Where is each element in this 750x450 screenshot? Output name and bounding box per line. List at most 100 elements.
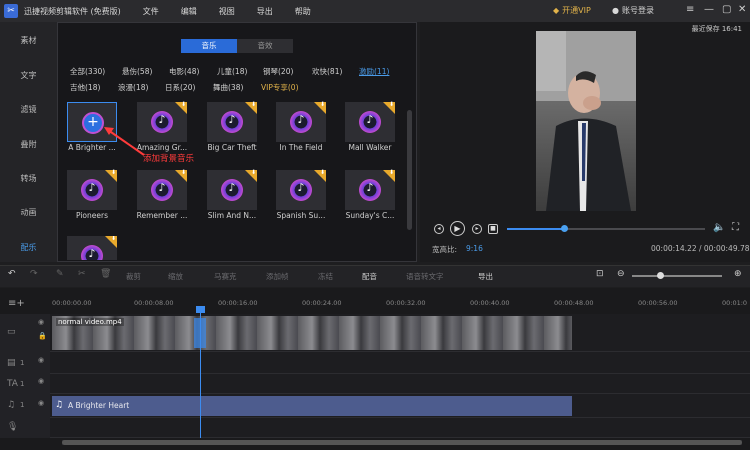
download-arrow-icon: ⬇ xyxy=(180,169,186,176)
lock-icon[interactable]: 🔒 xyxy=(38,332,47,340)
timeline-zoom-handle[interactable] xyxy=(657,272,664,279)
app-window: ✂ 迅捷视频剪辑软件 (免费版) 文件 编辑 视图 导出 帮助 ◆ 开通VIP … xyxy=(0,0,750,450)
category-romantic[interactable]: 浪漫(18) xyxy=(118,82,148,93)
playhead[interactable] xyxy=(200,308,201,438)
app-title: 迅捷视频剪辑软件 (免费版) xyxy=(24,6,121,16)
film-icon: ▤ xyxy=(7,358,16,368)
download-arrow-icon: ⬇ xyxy=(250,169,256,176)
speech-to-text-button[interactable]: 语音转文字 xyxy=(406,271,444,282)
redo-icon[interactable]: ↷ xyxy=(30,269,38,279)
delete-icon[interactable]: 🗑 xyxy=(100,269,111,279)
music-tile[interactable]: ♪ ⬇ xyxy=(207,101,257,142)
menu-help[interactable]: 帮助 xyxy=(295,6,311,17)
vip-button[interactable]: ◆ 开通VIP xyxy=(553,5,591,16)
undo-icon[interactable]: ↶ xyxy=(8,269,16,279)
music-tile[interactable]: ♪ ⬇ xyxy=(207,169,257,210)
login-label: 账号登录 xyxy=(621,6,654,15)
menu-edit[interactable]: 编辑 xyxy=(181,6,197,17)
download-arrow-icon: ⬇ xyxy=(110,236,116,242)
category-inspire[interactable]: 激励(11) xyxy=(359,66,389,77)
music-tile[interactable]: ♪ ⬇ xyxy=(67,169,117,210)
sidebar-item-animation[interactable]: 动画 xyxy=(0,207,57,218)
library-scrollbar[interactable] xyxy=(407,110,412,230)
add-frame-button[interactable]: 添加帧 xyxy=(266,271,289,282)
category-vip[interactable]: VIP专享(0) xyxy=(261,82,299,93)
export-button[interactable]: 导出 xyxy=(478,271,493,282)
eye-icon[interactable]: ◉ xyxy=(38,399,44,407)
video-clip[interactable] xyxy=(52,316,572,350)
video-frame-image xyxy=(536,31,636,211)
sidebar-item-overlay[interactable]: 叠附 xyxy=(0,139,57,150)
sidebar-item-music[interactable]: 配乐 xyxy=(0,242,57,253)
sidebar-item-filter[interactable]: 滤镜 xyxy=(0,104,57,115)
minimize-icon[interactable]: — xyxy=(704,4,714,15)
music-tile[interactable]: ♪ ⬇ xyxy=(137,169,187,210)
fullscreen-icon[interactable]: ⛶ xyxy=(732,222,739,233)
category-all[interactable]: 全部(330) xyxy=(70,66,105,77)
category-guitar[interactable]: 吉他(18) xyxy=(70,82,100,93)
zoom-button[interactable]: 缩放 xyxy=(168,271,183,282)
maximize-icon[interactable]: ▢ xyxy=(722,4,731,15)
tab-sound-effects[interactable]: 音效 xyxy=(237,39,293,53)
category-piano[interactable]: 钢琴(20) xyxy=(263,66,293,77)
login-button[interactable]: ● 账号登录 xyxy=(612,5,654,16)
sidebar-item-text[interactable]: 文字 xyxy=(0,70,57,81)
text-icon: TA xyxy=(7,379,18,389)
fit-icon[interactable]: ⊡ xyxy=(596,269,604,279)
aspect-ratio-value[interactable]: 9:16 xyxy=(466,244,483,253)
category-movie[interactable]: 电影(48) xyxy=(169,66,199,77)
freeze-button[interactable]: 冻结 xyxy=(318,271,333,282)
crop-button[interactable]: 裁剪 xyxy=(126,271,141,282)
title-bar: ✂ 迅捷视频剪辑软件 (免费版) 文件 编辑 视图 导出 帮助 ◆ 开通VIP … xyxy=(0,0,750,22)
tab-music[interactable]: 音乐 xyxy=(181,39,237,53)
audio-clip[interactable] xyxy=(52,396,572,416)
prev-frame-button[interactable]: ◂ xyxy=(434,224,444,234)
playback-progress-handle[interactable] xyxy=(561,225,568,232)
stop-button[interactable]: ■ xyxy=(488,224,498,234)
music-tile[interactable]: ♪ ⬇ xyxy=(345,169,395,210)
text-track xyxy=(0,374,750,394)
eye-icon[interactable]: ◉ xyxy=(38,377,44,385)
track-title: Pioneers xyxy=(75,211,108,220)
diamond-icon: ◆ xyxy=(553,6,560,15)
category-kids[interactable]: 儿童(18) xyxy=(217,66,247,77)
split-icon[interactable]: ✂ xyxy=(78,269,86,279)
last-saved-label: 最近保存 16:41 xyxy=(691,25,742,33)
video-clip-name: normal video.mp4 xyxy=(56,318,124,326)
music-tile[interactable]: ♪ ⬇ xyxy=(345,101,395,142)
timeline-zoom-slider[interactable] xyxy=(632,275,722,277)
eye-icon[interactable]: ◉ xyxy=(38,356,44,364)
category-dance[interactable]: 舞曲(38) xyxy=(213,82,243,93)
music-tile[interactable]: ♪ ⬇ xyxy=(67,236,117,260)
category-japanese[interactable]: 日系(20) xyxy=(165,82,195,93)
next-frame-button[interactable]: ▸ xyxy=(472,224,482,234)
timeline-tick: 00:00:16.00 xyxy=(218,299,258,307)
menu-export[interactable]: 导出 xyxy=(257,6,273,17)
play-button[interactable]: ▶ xyxy=(450,221,465,236)
add-track-icon[interactable]: ≡+ xyxy=(8,298,25,309)
music-note-icon: ♪ xyxy=(88,181,96,194)
menu-file[interactable]: 文件 xyxy=(143,6,159,17)
category-sad[interactable]: 悬伤(58) xyxy=(122,66,152,77)
track-title: Mall Walker xyxy=(348,143,392,152)
category-cheerful[interactable]: 欢快(81) xyxy=(312,66,342,77)
menu-icon[interactable]: ≡ xyxy=(686,4,694,15)
sidebar-item-transition[interactable]: 转场 xyxy=(0,173,57,184)
mosaic-button[interactable]: 马赛克 xyxy=(214,271,237,282)
close-icon[interactable]: ✕ xyxy=(738,4,746,15)
volume-icon[interactable]: 🔈 xyxy=(713,222,725,233)
menu-view[interactable]: 视图 xyxy=(219,6,235,17)
music-note-icon: ♪ xyxy=(228,113,236,126)
track-title: Slim And N... xyxy=(207,211,257,220)
timeline-tick: 00:00:48.00 xyxy=(554,299,594,307)
zoom-out-icon[interactable]: ⊖ xyxy=(617,269,625,279)
sidebar-item-media[interactable]: 素材 xyxy=(0,35,57,46)
timeline-scrollbar-thumb[interactable] xyxy=(62,440,742,445)
music-tile[interactable]: ♪ ⬇ xyxy=(276,101,326,142)
zoom-in-icon[interactable]: ⊕ xyxy=(734,269,742,279)
timeline-tick: 00:00:24.00 xyxy=(302,299,342,307)
edit-icon[interactable]: ✎ xyxy=(56,269,64,279)
music-tile[interactable]: ♪ ⬇ xyxy=(276,169,326,210)
eye-icon[interactable]: ◉ xyxy=(38,318,44,326)
voiceover-button[interactable]: 配音 xyxy=(362,271,377,282)
